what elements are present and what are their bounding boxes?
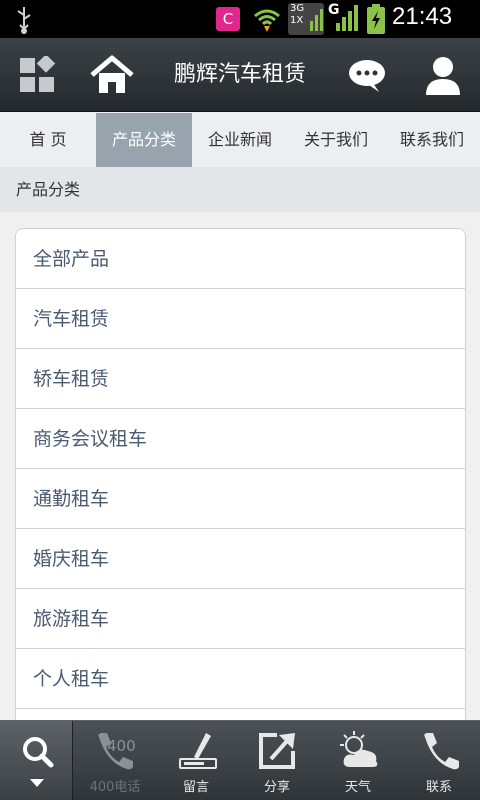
tab-home[interactable]: 首 页 (0, 113, 96, 167)
list-item[interactable]: 轿车租赁 (16, 349, 465, 409)
list-item[interactable]: 全部产品 (16, 229, 465, 289)
category-list: 全部产品 汽车租赁 轿车租赁 商务会议租车 通勤租车 婚庆租车 旅游租车 个人租… (15, 228, 466, 770)
contact-button[interactable]: 联系 (399, 721, 479, 800)
share-button[interactable]: 分享 (237, 721, 317, 800)
app-screen: C 3G 1X G 21:43 鹏辉汽车租赁 首 页 产品分类 企业新闻 关于我… (0, 0, 480, 800)
home-icon[interactable] (89, 55, 135, 95)
bottom-toolbar: 400 400电话 留言 分享 天气 联系 (0, 720, 480, 800)
weather-button[interactable]: 天气 (318, 721, 398, 800)
battery-icon (367, 4, 385, 34)
list-item[interactable]: 商务会议租车 (16, 409, 465, 469)
phone-400-badge: 400 (107, 737, 136, 755)
network-type-label: 3G (290, 3, 305, 14)
tab-about-us[interactable]: 关于我们 (288, 113, 384, 167)
wifi-icon (254, 9, 280, 32)
phone-400-button[interactable]: 400 400电话 (75, 721, 155, 800)
usb-icon (17, 7, 31, 34)
search-button[interactable] (0, 721, 73, 800)
user-icon[interactable] (424, 55, 462, 95)
category-tabs: 首 页 产品分类 企业新闻 关于我们 联系我们 (0, 113, 480, 167)
page-title: 鹏辉汽车租赁 (173, 62, 306, 87)
contact-label: 联系 (425, 780, 452, 795)
tab-contact-us[interactable]: 联系我们 (384, 113, 480, 167)
status-bar: C 3G 1X G 21:43 (0, 0, 480, 38)
app-notification-icon: C (216, 7, 240, 31)
header-bar: 鹏辉汽车租赁 (0, 38, 480, 112)
list-item[interactable]: 汽车租赁 (16, 289, 465, 349)
tab-product-categories[interactable]: 产品分类 (96, 113, 192, 167)
message-label: 留言 (182, 780, 209, 795)
share-label: 分享 (263, 780, 290, 795)
grid-menu-icon[interactable] (18, 56, 56, 94)
weather-label: 天气 (344, 780, 371, 795)
search-icon (23, 737, 54, 787)
tab-company-news[interactable]: 企业新闻 (192, 113, 288, 167)
pen-icon (179, 733, 217, 769)
share-icon (259, 733, 295, 769)
list-item[interactable]: 婚庆租车 (16, 529, 465, 589)
signal-type-label: G (328, 2, 340, 18)
call-icon (424, 733, 459, 770)
message-button[interactable]: 留言 (156, 721, 236, 800)
phone-400-label: 400电话 (89, 780, 141, 795)
status-clock: 21:43 (392, 3, 453, 30)
content-area: 全部产品 汽车租赁 轿车租赁 商务会议租车 通勤租车 婚庆租车 旅游租车 个人租… (0, 212, 480, 770)
network-sub-label: 1X (290, 15, 304, 26)
list-item[interactable]: 个人租车 (16, 649, 465, 709)
list-item[interactable]: 通勤租车 (16, 469, 465, 529)
list-item[interactable]: 旅游租车 (16, 589, 465, 649)
breadcrumb: 产品分类 (0, 167, 480, 212)
chat-icon[interactable] (347, 58, 387, 94)
weather-icon (340, 731, 378, 767)
